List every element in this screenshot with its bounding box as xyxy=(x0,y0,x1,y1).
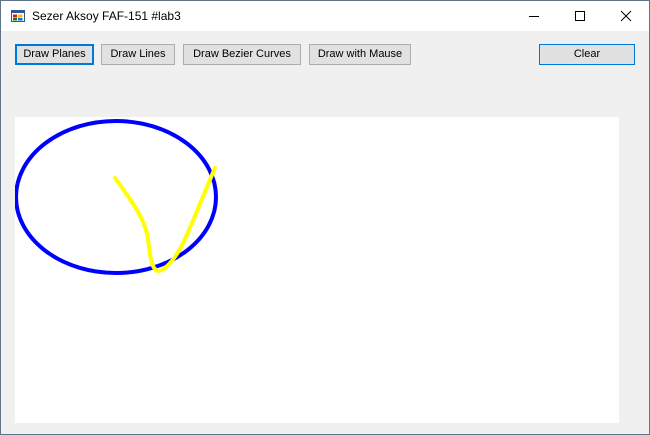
maximize-icon xyxy=(575,11,585,21)
close-icon xyxy=(620,10,632,22)
drawing-canvas[interactable] xyxy=(14,117,619,423)
client-area: Draw Planes Draw Lines Draw Bezier Curve… xyxy=(1,31,649,434)
blue-ellipse xyxy=(14,119,218,275)
window-title: Sezer Aksoy FAF-151 #lab3 xyxy=(32,9,181,23)
close-button[interactable] xyxy=(603,1,649,31)
minimize-button[interactable] xyxy=(511,1,557,31)
draw-bezier-curves-button[interactable]: Draw Bezier Curves xyxy=(183,44,301,65)
draw-planes-button[interactable]: Draw Planes xyxy=(15,44,94,65)
maximize-button[interactable] xyxy=(557,1,603,31)
title-bar[interactable]: Sezer Aksoy FAF-151 #lab3 xyxy=(1,1,649,31)
yellow-curve xyxy=(113,166,217,273)
app-window: Sezer Aksoy FAF-151 #lab3 Draw Planes Dr… xyxy=(0,0,650,435)
app-window-icon[interactable] xyxy=(11,9,25,23)
drawing-surface xyxy=(14,119,218,275)
minimize-icon xyxy=(529,16,539,17)
clear-button[interactable]: Clear xyxy=(539,44,635,65)
draw-with-mouse-button[interactable]: Draw with Mause xyxy=(309,44,411,65)
draw-lines-button[interactable]: Draw Lines xyxy=(101,44,175,65)
